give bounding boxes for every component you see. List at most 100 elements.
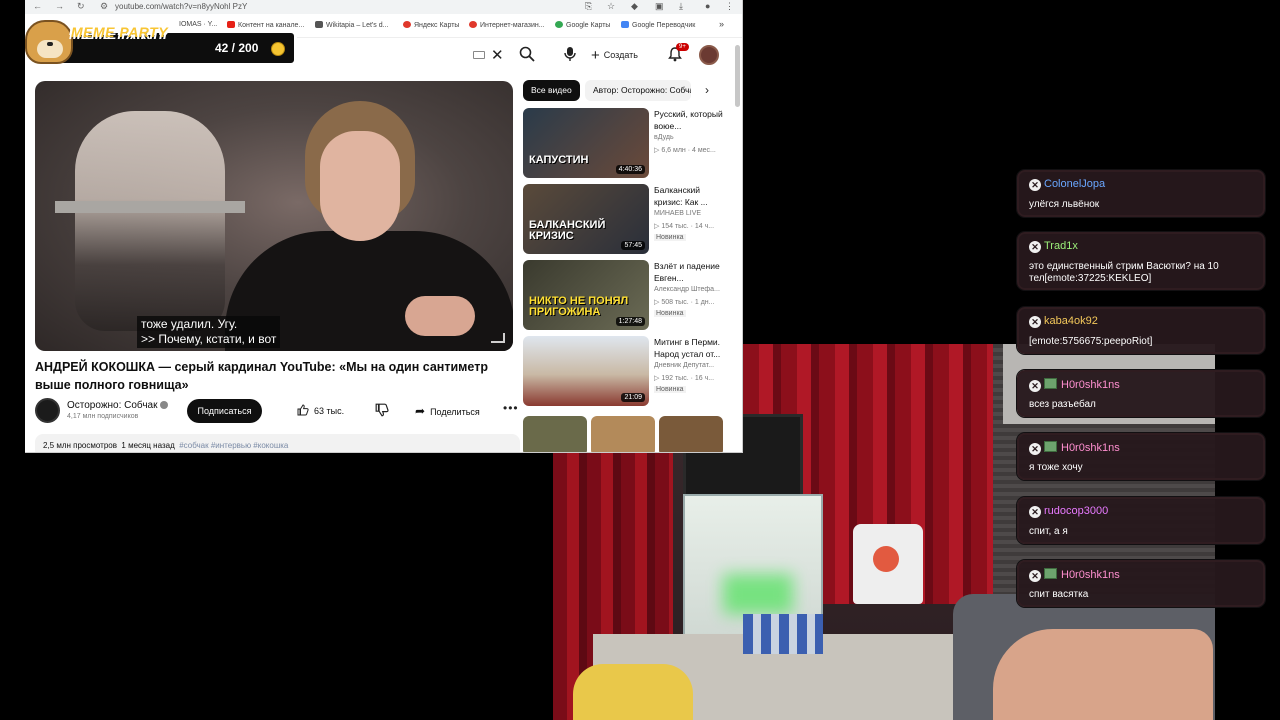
recommendation-meta: ▷ 508 тыс. · 1 дн... <box>654 299 715 306</box>
chip-author[interactable]: Автор: Осторожно: Собчак <box>585 80 691 101</box>
new-badge: Новинка <box>654 310 686 317</box>
fullscreen-icon[interactable] <box>491 333 505 343</box>
recommendation-thumbnail[interactable]: 21:09 <box>523 336 649 406</box>
site-info-icon[interactable]: ⚙ <box>100 1 108 12</box>
recommendation-item[interactable]: НИКТО НЕ ПОНЯЛ ПРИГОЖИНА 1:27:48 Взлёт и… <box>523 260 723 332</box>
recommendation-item[interactable]: 21:09 Митинг в Перми. Народ устал от... … <box>523 336 723 408</box>
like-count: 63 тыс. <box>314 406 345 416</box>
chat-username: H0r0shk1ns <box>1061 569 1120 581</box>
recommendation-title[interactable]: Балканский кризис: Как ... <box>654 184 726 208</box>
downloads-icon[interactable]: ⤓ <box>679 1 683 12</box>
bookmark-6[interactable]: Google Карты <box>555 21 610 29</box>
recommendation-thumbnail[interactable]: НИКТО НЕ ПОНЯЛ ПРИГОЖИНА 1:27:48 <box>523 260 649 330</box>
description-box[interactable]: 2,5 млн просмотров 1 месяц назад #собчак… <box>35 434 520 452</box>
speaker-face <box>320 131 400 241</box>
chevron-right-icon[interactable]: › <box>705 83 709 97</box>
map-pin-icon <box>403 21 411 28</box>
chat-message: ✕ ColonelJopa улёгся львёнок <box>1017 170 1265 217</box>
keyboard-icon[interactable] <box>473 51 485 59</box>
like-button[interactable]: 63 тыс. <box>297 401 344 421</box>
more-actions-icon[interactable]: ••• <box>503 401 519 415</box>
recommendation-meta: ▷ 154 тыс. · 14 ч... <box>654 223 715 230</box>
recommendation-meta: ▷ 192 тыс. · 16 ч... <box>654 375 715 382</box>
chat-text: улёгся львёнок <box>1029 199 1100 210</box>
share-button[interactable]: ➦ Поделиться <box>415 401 480 421</box>
bookmark-7[interactable]: Google Переводчик <box>621 21 695 29</box>
hashtags[interactable]: #собчак #интервью #кокошка <box>179 441 288 450</box>
chat-username: ColonelJopa <box>1044 178 1106 190</box>
bookmark-4[interactable]: Яндекс Карты <box>403 21 459 29</box>
thumbs-down-icon[interactable] <box>375 403 389 417</box>
user-badge-icon <box>1044 568 1057 579</box>
platform-icon: ✕ <box>1029 380 1041 392</box>
recommendation-chips: Все видео Автор: Осторожно: Собчак › <box>523 80 723 102</box>
address-bar: ← → ↻ ⚙ youtube.com/watch?v=n8yyNohl PzY… <box>25 0 742 14</box>
share-icon: ➦ <box>415 404 426 418</box>
speaker-hand <box>405 296 475 336</box>
reload-icon[interactable]: ↻ <box>77 1 85 12</box>
recommendation-item[interactable]: БАЛКАНСКИЙ КРИЗИС 57:45 Балканский кризи… <box>523 184 723 256</box>
chat-text: спит васятка <box>1029 589 1089 600</box>
platform-icon: ✕ <box>1029 570 1041 582</box>
create-button[interactable]: + Создать <box>591 47 638 64</box>
recommendation-thumbnail[interactable]: БАЛКАНСКИЙ КРИЗИС 57:45 <box>523 184 649 254</box>
thumbnail-text: КАПУСТИН <box>529 154 589 166</box>
recommendation-meta: ▷ 6,6 млн · 4 мес... <box>654 147 716 154</box>
menu-icon[interactable]: ⋮ <box>725 1 734 12</box>
thumbnail-text: БАЛКАНСКИЙ КРИЗИС <box>529 219 606 242</box>
video-title: АНДРЕЙ КОКОШКА — серый кардинал YouTube:… <box>35 360 488 392</box>
more-bookmarks-icon[interactable]: » <box>719 19 724 29</box>
platform-icon: ✕ <box>1029 316 1041 328</box>
meme-party-count: 42 / 200 <box>215 41 259 55</box>
channel-subscribers: 4,17 млн подписчиков <box>67 413 139 420</box>
recommendation-title[interactable]: Взлёт и падение Евген... <box>654 260 726 284</box>
translate-icon[interactable]: ⎘ <box>585 1 592 12</box>
view-count: 2,5 млн просмотров <box>43 441 117 450</box>
peek-thumbnail[interactable] <box>523 416 587 452</box>
channel-name[interactable]: Осторожно: Собчак <box>67 400 169 411</box>
profile-icon[interactable]: ● <box>705 1 710 11</box>
page-scrollbar[interactable] <box>735 45 740 107</box>
user-avatar[interactable] <box>699 45 719 65</box>
mic-icon[interactable] <box>563 46 577 62</box>
peek-thumbnail[interactable] <box>591 416 655 452</box>
video-duration: 4:40:36 <box>615 165 645 174</box>
google-translate-icon <box>621 21 629 28</box>
clear-search-icon[interactable]: ✕ <box>491 46 504 64</box>
platform-icon: ✕ <box>1029 179 1041 191</box>
meme-party-title: MEME PARTY <box>71 24 169 40</box>
channel-avatar[interactable] <box>35 398 60 423</box>
recommendation-peek[interactable] <box>523 416 723 452</box>
new-badge: Новинка <box>654 234 686 241</box>
recommendation-title[interactable]: Митинг в Перми. Народ устал от... <box>654 336 726 360</box>
video-duration: 1:27:48 <box>615 317 645 326</box>
user-badge-icon <box>1044 441 1057 452</box>
upload-date: 1 месяц назад <box>121 441 175 450</box>
peek-thumbnail[interactable] <box>659 416 723 452</box>
extensions-icon[interactable]: ▣ <box>655 1 664 12</box>
url-text[interactable]: youtube.com/watch?v=n8yyNohl PzY <box>115 2 247 11</box>
recommendation-channel: МИНАЕВ LIVE <box>654 210 702 217</box>
recommendation-thumbnail[interactable]: КАПУСТИН 4:40:36 <box>523 108 649 178</box>
new-badge: Новинка <box>654 386 686 393</box>
subtitle-line-1: тоже удалил. Угу. <box>141 317 238 331</box>
yellow-object <box>573 664 693 720</box>
subscribe-button[interactable]: Подписаться <box>187 399 262 423</box>
recommendation-item[interactable]: КАПУСТИН 4:40:36 Русский, который воюе..… <box>523 108 723 180</box>
bookmark-3[interactable]: Wikitapia – Let's d... <box>315 21 388 29</box>
chip-all-videos[interactable]: Все видео <box>523 80 580 101</box>
back-icon[interactable]: ← <box>33 1 42 11</box>
bookmark-5[interactable]: Интернет-магазин... <box>469 21 545 29</box>
bookmark-star-icon[interactable]: ☆ <box>607 1 615 12</box>
thumbs-up-icon <box>297 404 309 416</box>
platform-icon: ✕ <box>1029 443 1041 455</box>
shield-icon[interactable]: ◆ <box>631 1 638 12</box>
video-duration: 57:45 <box>621 241 645 250</box>
recommendation-channel: вДудь <box>654 134 674 141</box>
video-player[interactable]: тоже удалил. Угу. >> Почему, кстати, и в… <box>35 81 513 351</box>
subtitles: тоже удалил. Угу. >> Почему, кстати, и в… <box>137 316 281 348</box>
forward-icon[interactable]: → <box>55 1 64 11</box>
search-icon[interactable] <box>519 46 535 62</box>
video-duration: 21:09 <box>621 393 645 402</box>
recommendation-title[interactable]: Русский, который воюе... <box>654 108 726 132</box>
